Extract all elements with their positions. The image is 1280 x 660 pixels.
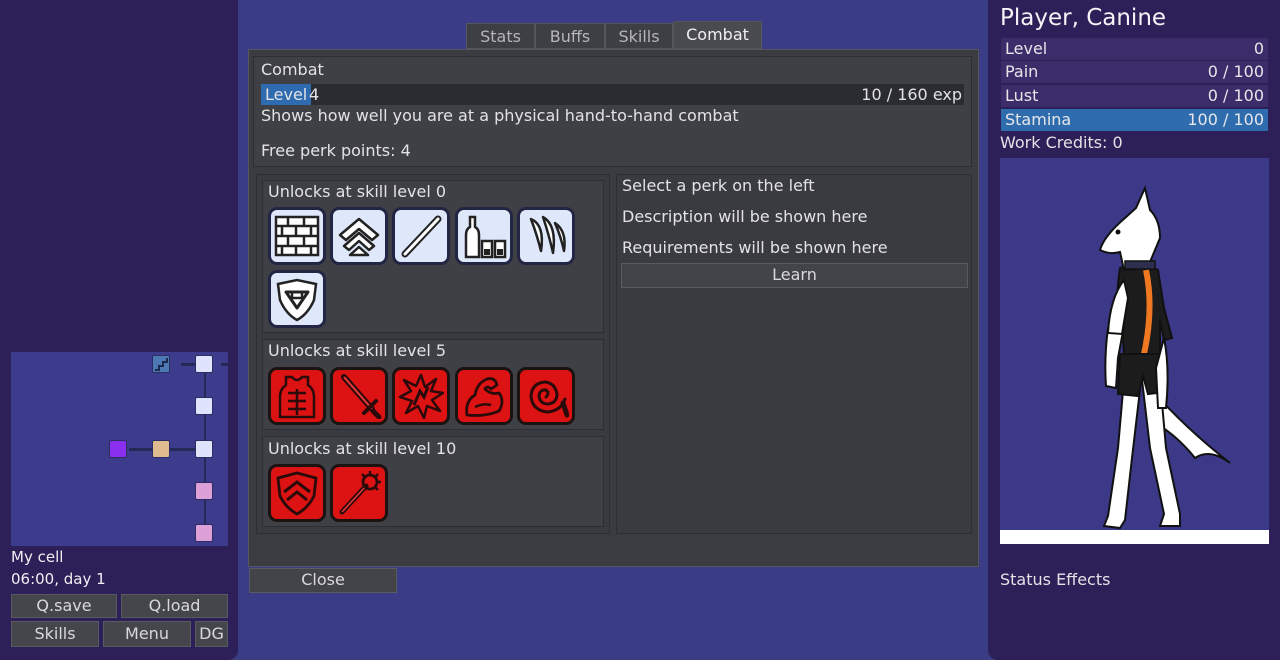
stat-pain-label: Pain: [1005, 62, 1039, 81]
minimap[interactable]: [11, 352, 228, 546]
tab-stats[interactable]: Stats: [466, 23, 535, 49]
time-label: 06:00, day 1: [11, 570, 106, 588]
player-name: Player, Canine: [1000, 5, 1167, 31]
staff-icon[interactable]: [392, 207, 450, 265]
stat-stamina: Stamina 100 / 100: [1001, 109, 1268, 131]
tab-skills[interactable]: Skills: [605, 23, 673, 49]
stat-level: Level 0: [1001, 38, 1268, 60]
vest-icon[interactable]: [268, 367, 326, 425]
menu-button[interactable]: Menu: [103, 621, 191, 647]
skill-name: Combat: [261, 60, 324, 79]
map-room-current[interactable]: [195, 440, 213, 458]
stat-pain-value: 0 / 100: [1207, 62, 1264, 81]
rank-chevrons-icon[interactable]: [330, 207, 388, 265]
map-room[interactable]: [195, 482, 213, 500]
claws-icon[interactable]: [517, 207, 575, 265]
map-room[interactable]: [152, 440, 170, 458]
perk-group-title: Unlocks at skill level 0: [268, 182, 447, 201]
close-button[interactable]: Close: [249, 568, 397, 593]
canine-character-image: [1000, 184, 1269, 544]
skill-level-label: Level: [265, 85, 308, 104]
stat-lust-label: Lust: [1005, 86, 1039, 105]
map-room[interactable]: [195, 355, 213, 373]
location-label: My cell: [11, 548, 64, 566]
sword-icon[interactable]: [330, 367, 388, 425]
perk-description: Description will be shown here: [622, 207, 868, 226]
dg-button[interactable]: DG: [195, 621, 228, 647]
impact-icon[interactable]: [392, 367, 450, 425]
map-room[interactable]: [195, 397, 213, 415]
map-room[interactable]: [195, 524, 213, 542]
work-credits: Work Credits: 0: [1000, 133, 1123, 152]
whip-icon[interactable]: [517, 367, 575, 425]
tab-buffs[interactable]: Buffs: [535, 23, 605, 49]
mace-icon[interactable]: [330, 464, 388, 522]
perk-requirements: Requirements will be shown here: [622, 238, 888, 257]
perk-group-title: Unlocks at skill level 10: [268, 439, 457, 458]
stat-lust-value: 0 / 100: [1207, 86, 1264, 105]
tab-combat[interactable]: Combat: [673, 21, 762, 49]
bottles-icon[interactable]: [455, 207, 513, 265]
brick-wall-icon[interactable]: [268, 207, 326, 265]
free-perk-points: Free perk points: 4: [261, 141, 411, 160]
learn-button[interactable]: Learn: [621, 263, 968, 288]
muscle-arm-icon[interactable]: [455, 367, 513, 425]
skill-exp-bar: [261, 84, 964, 105]
perk-group-title: Unlocks at skill level 5: [268, 341, 447, 360]
stat-stamina-label: Stamina: [1005, 110, 1072, 129]
map-connector: [221, 363, 228, 366]
skill-level-value: 4: [309, 85, 320, 104]
shield-chevrons-icon[interactable]: [268, 464, 326, 522]
stairs-room-icon[interactable]: [152, 355, 170, 373]
stat-pain: Pain 0 / 100: [1001, 61, 1268, 83]
perk-select-hint: Select a perk on the left: [622, 176, 815, 195]
map-room[interactable]: [109, 440, 127, 458]
skills-button[interactable]: Skills: [11, 621, 99, 647]
player-portrait: [1000, 158, 1269, 544]
skill-exp-text: 10 / 160 exp: [861, 85, 962, 104]
shield-icon[interactable]: [268, 270, 326, 328]
perk-detail-panel: [616, 174, 972, 534]
status-effects-label: Status Effects: [1000, 570, 1111, 589]
stat-stamina-value: 100 / 100: [1187, 110, 1264, 129]
stat-lust: Lust 0 / 100: [1001, 85, 1268, 107]
stat-level-label: Level: [1005, 39, 1048, 58]
quick-save-button[interactable]: Q.save: [11, 594, 117, 618]
quick-load-button[interactable]: Q.load: [121, 594, 228, 618]
stat-level-value: 0: [1253, 39, 1264, 58]
skill-description: Shows how well you are at a physical han…: [261, 106, 739, 125]
